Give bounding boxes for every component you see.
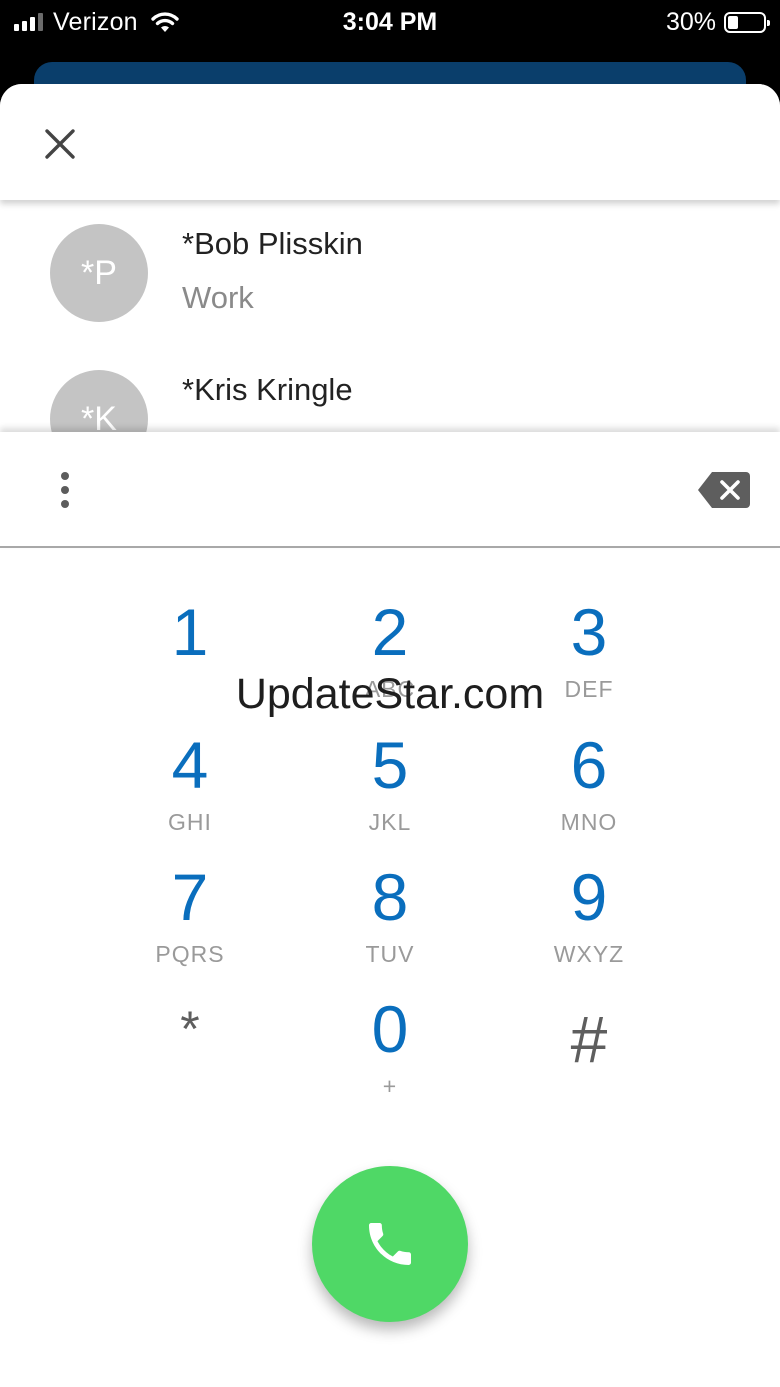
key-digit: 0 bbox=[371, 992, 409, 1066]
dialer-sheet: *P *Bob Plisskin Work *K *Kris Kringle 1 bbox=[0, 84, 780, 1387]
key-digit: 2 bbox=[371, 595, 409, 669]
key-letters: + bbox=[382, 1073, 398, 1099]
contact-item[interactable]: *K *Kris Kringle bbox=[0, 346, 780, 432]
key-7[interactable]: 7 PQRS bbox=[110, 857, 270, 977]
key-digit: 7 bbox=[171, 860, 209, 934]
key-digit: 4 bbox=[171, 728, 209, 802]
contact-name: *Bob Plisskin bbox=[182, 226, 363, 261]
contact-suggestions: *P *Bob Plisskin Work *K *Kris Kringle bbox=[0, 200, 780, 432]
watermark: UpdateStar.com bbox=[235, 670, 545, 718]
key-digit: 5 bbox=[371, 728, 409, 802]
key-digit: 9 bbox=[570, 860, 608, 934]
key-digit: 6 bbox=[570, 728, 608, 802]
close-icon bbox=[45, 129, 75, 159]
key-digit: # bbox=[570, 1002, 608, 1076]
key-letters: MNO bbox=[560, 809, 618, 835]
key-5[interactable]: 5 JKL bbox=[310, 725, 470, 845]
more-vertical-icon bbox=[61, 472, 69, 480]
key-digit: * bbox=[180, 1001, 200, 1057]
key-digit: 1 bbox=[171, 595, 209, 669]
key-4[interactable]: 4 GHI bbox=[110, 725, 270, 845]
close-button[interactable] bbox=[36, 120, 84, 168]
key-letters: JKL bbox=[368, 809, 412, 835]
call-button[interactable] bbox=[312, 1166, 468, 1322]
key-hash[interactable]: # bbox=[509, 989, 669, 1109]
battery-level bbox=[728, 15, 738, 29]
contact-type: Work bbox=[182, 280, 254, 315]
contact-name: *Kris Kringle bbox=[182, 372, 353, 407]
phone-icon bbox=[369, 1223, 411, 1265]
backspace-button[interactable] bbox=[696, 470, 752, 510]
status-bar: Verizon 3:04 PM 30% bbox=[0, 0, 780, 44]
key-0[interactable]: 0 + bbox=[310, 989, 470, 1109]
keypad: 1 2 ABC 3 DEF 4 GHI 5 JKL 6 MNO 7 PQRS 8 bbox=[0, 574, 780, 1134]
avatar: *P bbox=[50, 224, 148, 322]
battery-percent: 30% bbox=[665, 7, 716, 36]
key-6[interactable]: 6 MNO bbox=[509, 725, 669, 845]
key-letters: GHI bbox=[168, 809, 212, 835]
key-letters: WXYZ bbox=[553, 941, 625, 967]
key-letters: PQRS bbox=[155, 941, 225, 967]
dial-input-row bbox=[0, 432, 780, 548]
more-options-button[interactable] bbox=[48, 468, 82, 512]
key-digit: 8 bbox=[371, 860, 409, 934]
contact-item[interactable]: *P *Bob Plisskin Work bbox=[0, 200, 780, 346]
status-right: 30% bbox=[665, 6, 770, 38]
status-time: 3:04 PM bbox=[342, 8, 438, 36]
key-star[interactable]: * bbox=[110, 989, 270, 1109]
battery-icon bbox=[724, 11, 770, 33]
key-letters: TUV bbox=[365, 941, 415, 967]
key-8[interactable]: 8 TUV bbox=[310, 857, 470, 977]
backspace-icon bbox=[698, 472, 750, 508]
key-9[interactable]: 9 WXYZ bbox=[509, 857, 669, 977]
key-digit: 3 bbox=[570, 595, 608, 669]
sheet-header bbox=[0, 84, 780, 200]
avatar: *K bbox=[50, 370, 148, 432]
